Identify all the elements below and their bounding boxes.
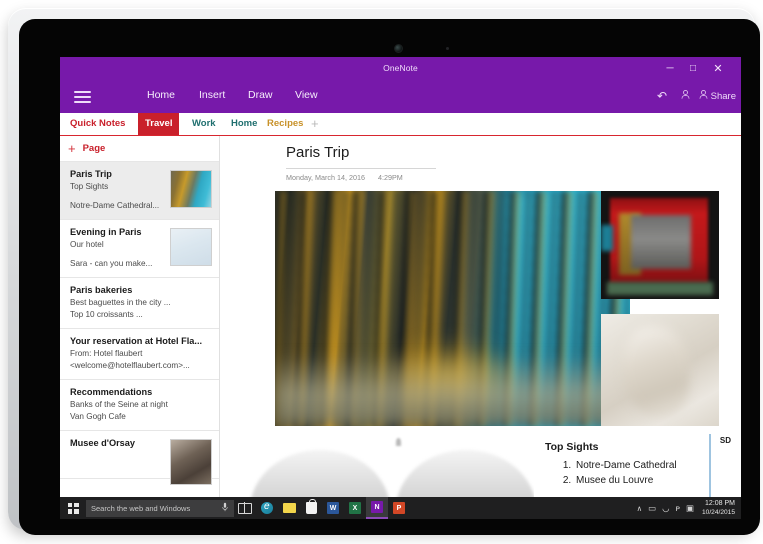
show-hidden-icons-icon[interactable]: ∧ bbox=[637, 504, 643, 513]
red-interior-artwork[interactable] bbox=[601, 191, 719, 299]
windows-taskbar: Search the web and Windows W bbox=[60, 497, 741, 519]
list-item: Notre-Dame Cathedral bbox=[574, 458, 677, 473]
tab-home[interactable]: Home bbox=[147, 89, 175, 101]
excel-icon[interactable]: X bbox=[344, 497, 366, 519]
page-title[interactable]: Paris Trip bbox=[286, 144, 349, 161]
share-label: Share bbox=[711, 91, 736, 102]
add-page-label: Page bbox=[83, 143, 106, 154]
ribbon-bar: Home Insert Draw View ↶ bbox=[60, 81, 741, 113]
tab-insert[interactable]: Insert bbox=[199, 89, 225, 101]
section-tab-quick-notes[interactable]: Quick Notes bbox=[63, 113, 132, 135]
page-list-item-recommendations[interactable]: Recommendations Banks of the Seine at ni… bbox=[60, 380, 219, 431]
system-tray: ∧ ▭ ◡ ᴘ ▣ 12:08 PM 10/24/2015 bbox=[637, 499, 741, 517]
plus-icon: + bbox=[68, 142, 76, 155]
add-section-button[interactable]: + bbox=[304, 113, 326, 135]
page-time: 4:29PM bbox=[378, 173, 403, 182]
device-bezel: OneNote ─ □ ✕ Home Insert Draw View ↶ bbox=[19, 19, 760, 535]
page-list-item-hotel-reservation[interactable]: Your reservation at Hotel Fla... From: H… bbox=[60, 329, 219, 380]
dome-spire bbox=[396, 438, 401, 446]
section-tab-work[interactable]: Work bbox=[185, 113, 223, 135]
tablet-device-frame: OneNote ─ □ ✕ Home Insert Draw View ↶ bbox=[8, 8, 755, 530]
word-icon[interactable]: W bbox=[322, 497, 344, 519]
front-camera-icon bbox=[394, 44, 403, 53]
list-item: Musee du Louvre bbox=[574, 473, 677, 488]
artwork-teal-accent bbox=[601, 225, 613, 251]
note-canvas[interactable]: Paris Trip Monday, March 14, 2016 4:29PM bbox=[220, 136, 741, 519]
workspace: + Page Paris Trip Top Sights Notre-Dame … bbox=[60, 136, 741, 519]
action-center-icon[interactable]: ▣ bbox=[686, 503, 694, 514]
windows-store-icon[interactable] bbox=[300, 497, 322, 519]
paris-painting-thumb bbox=[170, 170, 212, 208]
top-sights-heading: Top Sights bbox=[545, 441, 598, 453]
search-placeholder: Search the web and Windows bbox=[91, 504, 190, 513]
tablet-screen: OneNote ─ □ ✕ Home Insert Draw View ↶ bbox=[60, 57, 741, 519]
account-person-icon[interactable] bbox=[680, 89, 691, 103]
onenote-title-bar: OneNote ─ □ ✕ bbox=[60, 57, 741, 81]
battery-icon[interactable]: ▭ bbox=[648, 503, 656, 514]
powerpoint-label: P bbox=[393, 502, 405, 514]
maximize-button[interactable]: □ bbox=[682, 60, 704, 78]
page-item-title: Recommendations bbox=[70, 387, 211, 397]
excel-label: X bbox=[349, 502, 361, 514]
page-item-preview: Van Gogh Cafe bbox=[70, 411, 211, 423]
section-tab-recipes[interactable]: Recipes bbox=[260, 113, 310, 135]
artwork-gray-center bbox=[631, 215, 691, 269]
page-item-title: Paris bakeries bbox=[70, 285, 211, 295]
network-icon[interactable]: ◡ bbox=[662, 503, 669, 514]
section-tab-home[interactable]: Home bbox=[224, 113, 264, 135]
powerpoint-icon[interactable]: P bbox=[388, 497, 410, 519]
page-list-sidebar: + Page Paris Trip Top Sights Notre-Dame … bbox=[60, 136, 220, 519]
volume-icon[interactable]: ᴘ bbox=[676, 503, 680, 513]
hotel-photo-thumb bbox=[170, 228, 212, 266]
collaborator-initials-badge: SD bbox=[720, 436, 731, 445]
page-item-preview: <welcome@hotelflaubert.com>... bbox=[70, 360, 211, 372]
taskbar-clock[interactable]: 12:08 PM 10/24/2015 bbox=[700, 499, 735, 517]
close-button[interactable]: ✕ bbox=[707, 60, 729, 78]
page-date: Monday, March 14, 2016 bbox=[286, 173, 365, 182]
page-item-subtitle: Banks of the Seine at night bbox=[70, 399, 211, 411]
page-list-item-paris-trip[interactable]: Paris Trip Top Sights Notre-Dame Cathedr… bbox=[60, 162, 219, 220]
page-list-item-musee-dorsay[interactable]: Musee d'Orsay bbox=[60, 431, 219, 479]
microphone-icon[interactable] bbox=[221, 502, 229, 514]
add-page-button[interactable]: + Page bbox=[60, 136, 219, 162]
page-list-item-paris-bakeries[interactable]: Paris bakeries Best baguettes in the cit… bbox=[60, 278, 219, 329]
search-input[interactable]: Search the web and Windows bbox=[86, 500, 234, 517]
minimize-button[interactable]: ─ bbox=[659, 60, 681, 78]
windows-start-icon[interactable] bbox=[60, 497, 86, 519]
share-person-icon bbox=[698, 89, 709, 103]
paris-painting-large[interactable] bbox=[275, 191, 630, 426]
clock-time: 12:08 PM bbox=[702, 499, 735, 508]
page-item-subtitle: Best baguettes in the city ... bbox=[70, 297, 211, 309]
sculpture-form bbox=[623, 326, 689, 416]
edge-browser-icon[interactable] bbox=[256, 497, 278, 519]
page-item-preview: Top 10 croissants ... bbox=[70, 309, 211, 321]
word-label: W bbox=[327, 502, 339, 514]
tab-draw[interactable]: Draw bbox=[248, 89, 273, 101]
artwork-green-base bbox=[607, 282, 713, 295]
section-tab-bar: Quick Notes Travel Work Home Recipes + bbox=[60, 113, 741, 136]
pale-sculpture-artwork[interactable] bbox=[601, 314, 719, 426]
hero-foreground-haze bbox=[275, 354, 630, 426]
share-button[interactable]: Share bbox=[698, 89, 736, 103]
page-item-subtitle: From: Hotel flaubert bbox=[70, 348, 211, 360]
task-view-icon[interactable] bbox=[234, 497, 256, 519]
hamburger-menu-icon[interactable] bbox=[74, 91, 91, 103]
page-item-title: Your reservation at Hotel Fla... bbox=[70, 336, 211, 346]
clock-date: 10/24/2015 bbox=[702, 508, 735, 517]
undo-icon[interactable]: ↶ bbox=[657, 89, 667, 103]
section-tab-travel[interactable]: Travel bbox=[138, 113, 179, 135]
onenote-label: N bbox=[371, 501, 383, 513]
tab-view[interactable]: View bbox=[295, 89, 318, 101]
orsay-photo-thumb bbox=[170, 439, 212, 485]
file-explorer-icon[interactable] bbox=[278, 497, 300, 519]
title-divider bbox=[286, 168, 436, 169]
top-sights-list[interactable]: Notre-Dame Cathedral Musee du Louvre bbox=[556, 458, 677, 488]
onenote-icon[interactable]: N bbox=[366, 497, 388, 519]
page-list-item-evening-in-paris[interactable]: Evening in Paris Our hotel Sara - can yo… bbox=[60, 220, 219, 278]
ambient-sensor-icon bbox=[446, 47, 449, 50]
app-title: OneNote bbox=[60, 63, 741, 73]
